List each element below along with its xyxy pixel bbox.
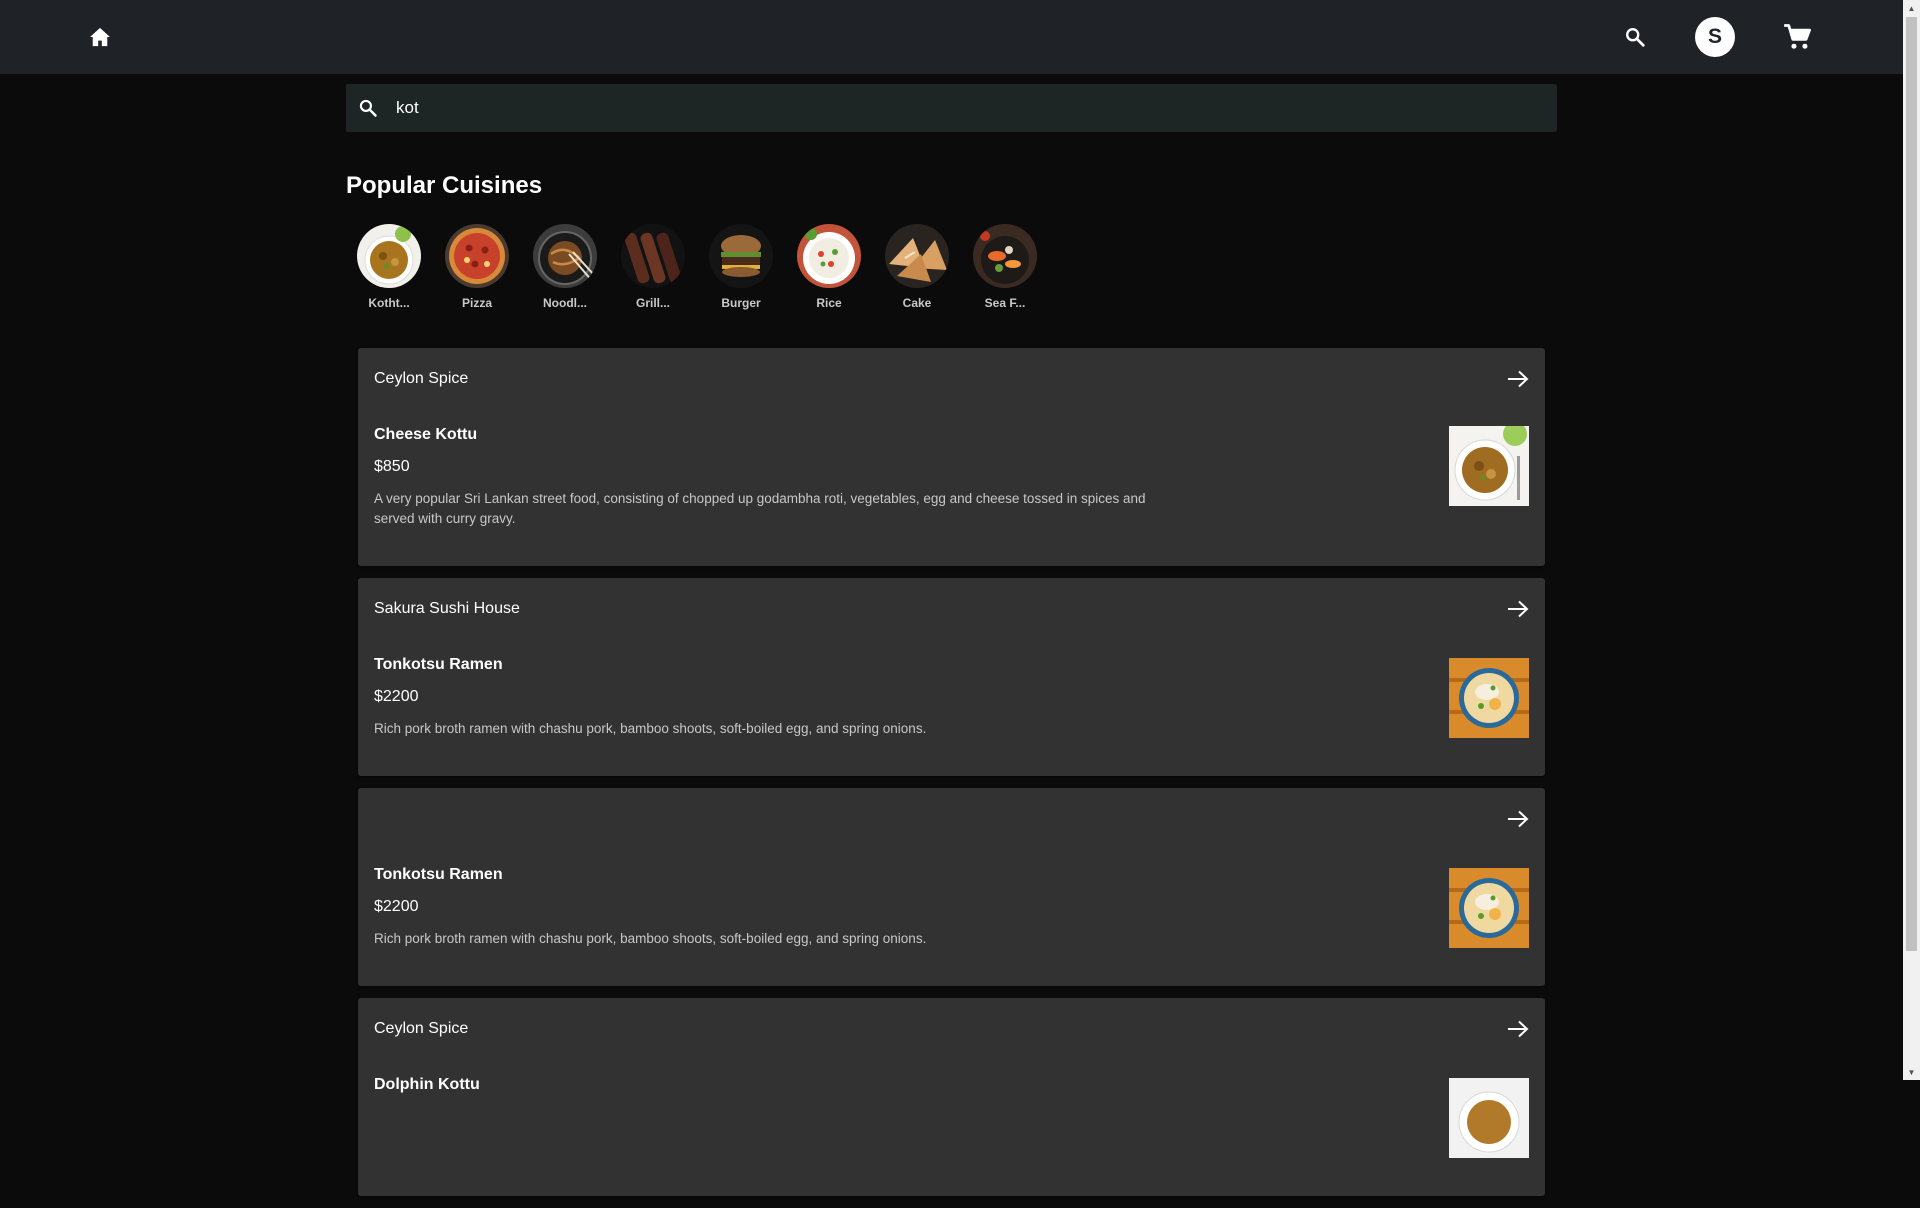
scrollbar-thumb[interactable] [1906,17,1917,951]
cuisine-image [533,224,597,288]
cuisine-label: Sea F... [984,296,1026,310]
cuisine-image [357,224,421,288]
open-restaurant-button[interactable] [1505,806,1531,832]
dish-image [1449,1078,1529,1158]
card-header: Ceylon Spice [358,998,1545,1060]
card-header: Sakura Sushi House [358,578,1545,640]
cuisine-list: Kotht... Pizza Noodl... Grill... Burger … [357,224,1037,310]
cuisine-burger[interactable]: Burger [709,224,773,310]
result-card: Ceylon Spice Dolphin Kottu [358,998,1545,1196]
search-input[interactable] [394,97,1498,119]
cuisine-image [621,224,685,288]
result-card: Ceylon Spice Cheese Kottu $850 A very po… [358,348,1545,566]
cuisine-rice[interactable]: Rice [797,224,861,310]
restaurant-name: Sakura Sushi House [374,600,520,617]
dish-item[interactable]: Tonkotsu Ramen $2200 Rich pork broth ram… [358,850,1545,986]
card-header [358,788,1545,850]
scroll-down-arrow[interactable]: ▼ [1906,1067,1917,1077]
cuisine-image [885,224,949,288]
search-icon [1626,28,1645,47]
cuisine-image [797,224,861,288]
dish-image [1449,658,1529,738]
popular-cuisines-title: Popular Cuisines [346,172,543,199]
cuisine-label: Noodl... [543,296,587,310]
scroll-up-arrow[interactable]: ▲ [1906,3,1917,13]
dish-price: $850 [374,458,410,475]
arrow-right-icon [1508,810,1529,828]
dish-price: $2200 [374,898,419,915]
arrow-right-icon [1508,1020,1529,1038]
dish-description: A very popular Sri Lankan street food, c… [374,491,1146,526]
top-app-bar: S [0,0,1903,74]
cuisine-label: Kotht... [368,296,410,310]
cuisine-label: Grill... [635,296,670,310]
open-restaurant-button[interactable] [1505,596,1531,622]
dish-item[interactable]: Tonkotsu Ramen $2200 Rich pork broth ram… [358,640,1545,776]
open-restaurant-button[interactable] [1505,366,1531,392]
cuisine-label: Burger [721,296,761,310]
cart-button[interactable] [1780,19,1816,55]
dish-image [1449,868,1529,948]
dish-item[interactable]: Cheese Kottu $850 A very popular Sri Lan… [358,410,1545,566]
arrow-right-icon [1508,370,1529,388]
search-bar [346,84,1557,132]
dish-name: Tonkotsu Ramen [374,656,503,673]
open-restaurant-button[interactable] [1505,1016,1531,1042]
cart-icon [1784,24,1811,49]
cuisine-noodles[interactable]: Noodl... [533,224,597,310]
result-card: Tonkotsu Ramen $2200 Rich pork broth ram… [358,788,1545,986]
dish-description: Rich pork broth ramen with chashu pork, … [374,721,927,736]
cuisine-label: Rice [816,296,842,310]
dish-name: Tonkotsu Ramen [374,866,503,883]
arrow-right-icon [1508,600,1529,618]
home-button[interactable] [84,21,116,53]
card-header: Ceylon Spice [358,348,1545,410]
restaurant-name: Ceylon Spice [374,370,469,387]
cuisine-label: Pizza [461,296,492,310]
cuisine-sea-food[interactable]: Sea F... [973,224,1037,310]
search-results: Ceylon Spice Cheese Kottu $850 A very po… [358,348,1545,1208]
cuisine-cake[interactable]: Cake [885,224,949,310]
cuisine-image [709,224,773,288]
cuisine-kothu[interactable]: Kotht... [357,224,421,310]
dish-price: $2200 [374,688,419,705]
dish-description: Rich pork broth ramen with chashu pork, … [374,931,927,946]
dish-item[interactable]: Dolphin Kottu [358,1060,1545,1196]
cuisine-pizza[interactable]: Pizza [445,224,509,310]
search-icon [357,97,379,119]
cuisine-image [445,224,509,288]
header-search-button[interactable] [1619,21,1651,53]
home-icon [90,27,110,47]
dish-name: Dolphin Kottu [374,1076,480,1093]
cuisine-label: Cake [902,296,932,310]
user-avatar[interactable]: S [1695,17,1735,57]
restaurant-name: Ceylon Spice [374,1020,469,1037]
dish-image [1449,426,1529,506]
result-card: Sakura Sushi House Tonkotsu Ramen $2200 … [358,578,1545,776]
cuisine-image [973,224,1037,288]
dish-name: Cheese Kottu [374,426,478,443]
cuisine-grill[interactable]: Grill... [621,224,685,310]
